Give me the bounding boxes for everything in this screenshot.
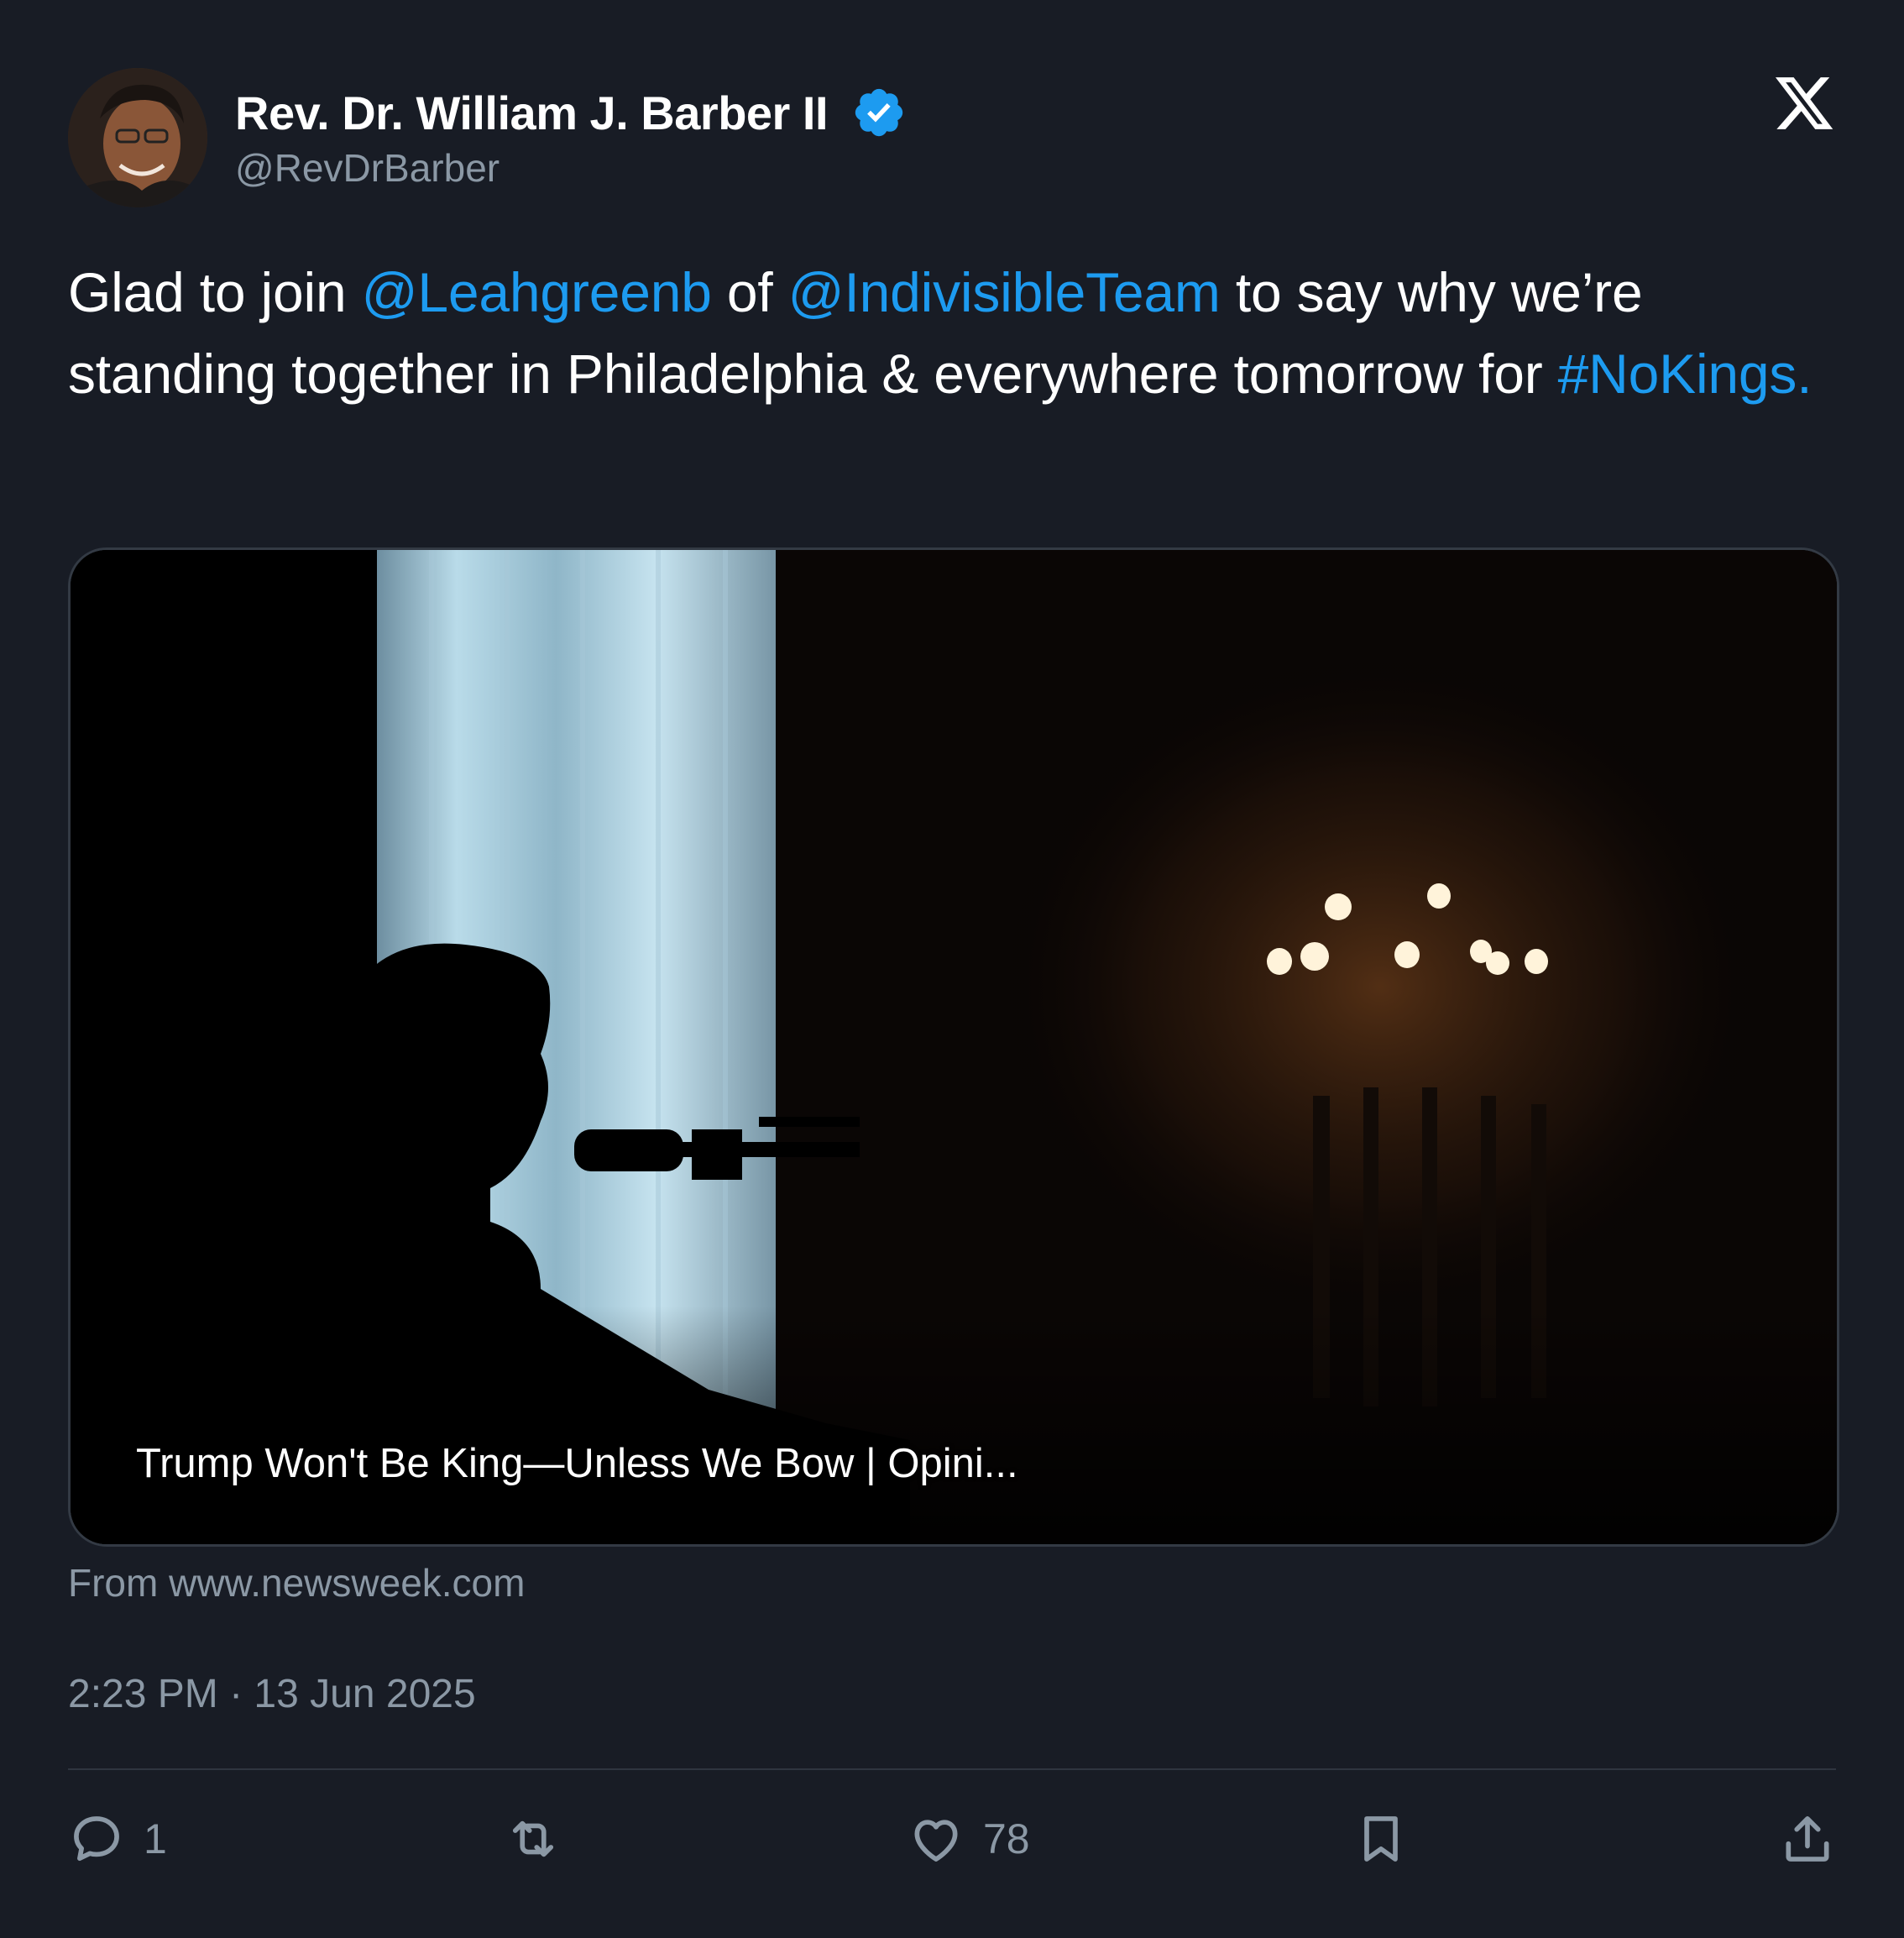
like-button[interactable]: 78 <box>908 1805 1030 1873</box>
display-name[interactable]: Rev. Dr. William J. Barber II <box>235 86 829 140</box>
link-card[interactable]: Trump Won't Be King—Unless We Bow | Opin… <box>68 547 1839 1547</box>
heart-icon <box>914 1820 958 1862</box>
share-button[interactable] <box>1779 1805 1836 1873</box>
action-bar: 1 78 <box>68 1805 1836 1873</box>
name-row: Rev. Dr. William J. Barber II <box>235 83 907 142</box>
hashtag-nokings[interactable]: #NoKings. <box>1558 343 1812 405</box>
timestamp[interactable]: 2:23 PM · 13 Jun 2025 <box>68 1671 476 1717</box>
reply-button[interactable]: 1 <box>68 1805 167 1873</box>
card-source[interactable]: From www.newsweek.com <box>68 1560 525 1605</box>
card-image <box>71 550 1837 1544</box>
retweet-icon <box>512 1820 554 1857</box>
reply-count: 1 <box>144 1815 167 1862</box>
x-logo-icon[interactable] <box>1772 71 1836 135</box>
reply-icon <box>74 1816 119 1862</box>
bookmark-icon <box>1364 1816 1398 1862</box>
tweet-header: Rev. Dr. William J. Barber II @RevDrBarb… <box>68 68 1836 211</box>
share-icon <box>1786 1816 1829 1862</box>
verified-badge-icon <box>855 88 903 137</box>
mention-leahgreenb[interactable]: @Leahgreenb <box>362 261 712 323</box>
tweet-text-segment: Glad to join <box>68 261 362 323</box>
avatar[interactable] <box>68 68 207 207</box>
tweet-text-segment: of <box>711 261 788 323</box>
like-count: 78 <box>983 1815 1030 1862</box>
divider <box>68 1768 1836 1770</box>
handle[interactable]: @RevDrBarber <box>235 145 500 191</box>
card-title[interactable]: Trump Won't Be King—Unless We Bow | Opin… <box>136 1440 1018 1487</box>
tweet-text: Glad to join @Leahgreenb of @Indivisible… <box>68 252 1848 415</box>
mention-indivisibleteam[interactable]: @IndivisibleTeam <box>788 261 1221 323</box>
bookmark-button[interactable] <box>1352 1805 1410 1873</box>
retweet-button[interactable] <box>505 1805 580 1873</box>
